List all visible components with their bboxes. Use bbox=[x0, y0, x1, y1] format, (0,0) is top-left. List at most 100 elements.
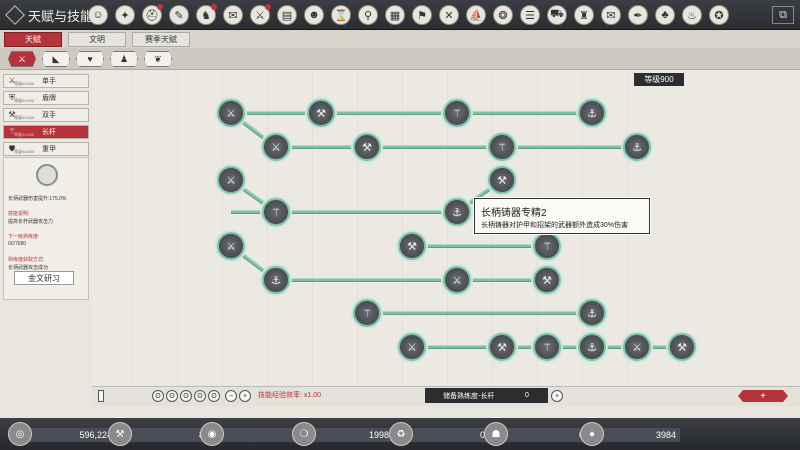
tree-link bbox=[231, 111, 592, 115]
weapon-category-label: 单手 bbox=[42, 78, 56, 85]
next-value: 0/27680 bbox=[8, 241, 27, 247]
crossed-icon[interactable]: ✕ bbox=[439, 5, 459, 25]
weapon-category-0[interactable]: ⚔ 单手 等级0/1000 bbox=[3, 74, 89, 88]
tag-icon[interactable]: ✉ bbox=[223, 5, 243, 25]
store-value: 0 bbox=[525, 392, 529, 399]
talent-node-icon[interactable]: ⚚ bbox=[443, 99, 471, 127]
grid-line bbox=[177, 70, 178, 385]
talent-node-icon[interactable]: ⚒ bbox=[353, 133, 381, 161]
character-icon[interactable]: ☺ bbox=[88, 5, 108, 25]
gold-coin-icon[interactable]: ● bbox=[580, 422, 604, 446]
window-control-button[interactable]: ⧉ bbox=[772, 6, 794, 24]
minus-icon[interactable]: − bbox=[225, 390, 237, 402]
weapon-category-4[interactable]: ⛊ 重甲 等级0/1000 bbox=[3, 142, 89, 156]
method-text: 长柄武器攻击成功 bbox=[8, 265, 49, 271]
hex-icon bbox=[5, 5, 25, 25]
pin-icon[interactable]: ⚲ bbox=[358, 5, 378, 25]
talent-node-icon[interactable]: ⚒ bbox=[533, 266, 561, 294]
sword-icon[interactable]: ⚔ bbox=[250, 4, 271, 25]
talent-node-icon[interactable]: ⚔ bbox=[398, 333, 426, 361]
horse-icon[interactable]: ♞ bbox=[196, 4, 217, 25]
talent-node-icon[interactable]: ⚒ bbox=[307, 99, 335, 127]
talent-node-icon[interactable]: ⚚ bbox=[262, 198, 290, 226]
hourglass-icon[interactable]: ⌛ bbox=[331, 5, 351, 25]
boot-filter-icon[interactable]: ◣ bbox=[42, 51, 70, 67]
tab-season-talent[interactable]: 赛季天赋 bbox=[132, 32, 190, 47]
compass-icon[interactable]: ✪ bbox=[709, 5, 729, 25]
orb-icon[interactable]: ❍ bbox=[292, 422, 316, 446]
currency-value: 3984 bbox=[600, 428, 680, 442]
slot-icon-4[interactable]: ʘ bbox=[194, 390, 206, 402]
cycle-icon[interactable]: ♻ bbox=[389, 422, 413, 446]
ship-icon[interactable]: ⛵ bbox=[466, 5, 486, 25]
slot-icon-3[interactable]: ʘ bbox=[180, 390, 192, 402]
slot-icon-2[interactable]: ʘ bbox=[166, 390, 178, 402]
talent-node-icon[interactable]: ⚔ bbox=[217, 232, 245, 260]
currency-4: 0 ♻ bbox=[389, 422, 493, 446]
hammer-icon[interactable]: ⚒ bbox=[108, 422, 132, 446]
level-badge: 等级900 bbox=[634, 73, 684, 86]
tree-icon[interactable]: ♣ bbox=[655, 5, 675, 25]
weapon-category-label: 双手 bbox=[42, 112, 56, 119]
talent-node-icon[interactable]: ⚔ bbox=[217, 166, 245, 194]
building-icon[interactable]: ▦ bbox=[385, 5, 405, 25]
slot-icon-5[interactable]: ʘ bbox=[208, 390, 220, 402]
stored-proficiency-box: 储备熟练度-长杆 0 bbox=[425, 388, 548, 403]
currency-value: 8 bbox=[128, 428, 208, 442]
cart-icon[interactable]: ⛟ bbox=[547, 5, 567, 25]
talent-tooltip: 长柄铸器专精2 长柄铸器对护甲和招架的武器额外造成30%伤害 bbox=[474, 198, 650, 234]
silver-coin-icon[interactable]: ◎ bbox=[8, 422, 32, 446]
talent-node-icon[interactable]: ⚓ bbox=[262, 266, 290, 294]
tab-row: 天赋 文明 赛季天赋 bbox=[0, 30, 800, 48]
talent-node-icon[interactable]: ⚚ bbox=[353, 299, 381, 327]
flag-icon[interactable]: ⚑ bbox=[412, 5, 432, 25]
beast-icon[interactable]: ☗ bbox=[484, 422, 508, 446]
quill-icon[interactable]: ✒ bbox=[628, 5, 648, 25]
paper-icon[interactable]: ▤ bbox=[277, 5, 297, 25]
weapon-category-1[interactable]: ⛨ 盾牌 等级0/1000 bbox=[3, 91, 89, 105]
weapon-category-3[interactable]: ⚚ 长杆 等级0/1000 bbox=[3, 125, 89, 139]
currency-0: 596,224 ◎ bbox=[8, 422, 120, 446]
helmet-icon[interactable]: ⛑ bbox=[142, 4, 163, 25]
talent-node-icon[interactable]: ⚔ bbox=[217, 99, 245, 127]
talent-node-icon[interactable]: ⚓ bbox=[578, 333, 606, 361]
talent-node-icon[interactable]: ⚒ bbox=[488, 166, 516, 194]
guard-icon[interactable]: ♜ bbox=[574, 5, 594, 25]
letter-icon[interactable]: ✉ bbox=[601, 5, 621, 25]
tab-civilization[interactable]: 文明 bbox=[68, 32, 126, 47]
talent-node-icon[interactable]: ⚚ bbox=[488, 133, 516, 161]
lower-bar-handle-icon[interactable] bbox=[98, 390, 104, 402]
talent-node-icon[interactable]: ⚓ bbox=[623, 133, 651, 161]
talent-node-icon[interactable]: ⚚ bbox=[533, 333, 561, 361]
study-button[interactable]: 金文研习 bbox=[14, 271, 74, 285]
tree-link bbox=[367, 311, 592, 315]
store-add-icon[interactable]: + bbox=[551, 390, 563, 402]
wheel-icon[interactable]: ❂ bbox=[493, 5, 513, 25]
talent-node-icon[interactable]: ⚔ bbox=[443, 266, 471, 294]
group-icon[interactable]: ☻ bbox=[304, 5, 324, 25]
book-icon[interactable]: ☰ bbox=[520, 5, 540, 25]
add-button[interactable]: + bbox=[738, 390, 788, 402]
talent-node-icon[interactable]: ⚔ bbox=[262, 133, 290, 161]
talent-node-icon[interactable]: ⚒ bbox=[488, 333, 516, 361]
talent-node-icon[interactable]: ⚓ bbox=[578, 99, 606, 127]
talent-node-icon[interactable]: ⚒ bbox=[398, 232, 426, 260]
person-filter-icon[interactable]: ♟ bbox=[110, 51, 138, 67]
tab-talent[interactable]: 天赋 bbox=[4, 32, 62, 47]
skills-icon[interactable]: ✦ bbox=[115, 5, 135, 25]
talent-node-icon[interactable]: ⚓ bbox=[443, 198, 471, 226]
weapon-category-2[interactable]: ⚒ 双手 等级0/1000 bbox=[3, 108, 89, 122]
weapon-filter-icon[interactable]: ⚔ bbox=[8, 51, 36, 67]
grid-line bbox=[132, 70, 133, 385]
scroll-icon[interactable]: ✎ bbox=[169, 5, 189, 25]
cup-icon[interactable]: ♨ bbox=[682, 5, 702, 25]
heart-filter-icon[interactable]: ♥ bbox=[76, 51, 104, 67]
slot-icon-1[interactable]: ʘ bbox=[152, 390, 164, 402]
tree-filter-icon[interactable]: ❦ bbox=[144, 51, 172, 67]
talent-node-icon[interactable]: ⚓ bbox=[578, 299, 606, 327]
ring-icon[interactable]: ◉ bbox=[200, 422, 224, 446]
talent-node-icon[interactable]: ⚒ bbox=[668, 333, 696, 361]
talent-node-icon[interactable]: ⚔ bbox=[623, 333, 651, 361]
talent-node-icon[interactable]: ⚚ bbox=[533, 232, 561, 260]
plus-icon[interactable]: + bbox=[239, 390, 251, 402]
